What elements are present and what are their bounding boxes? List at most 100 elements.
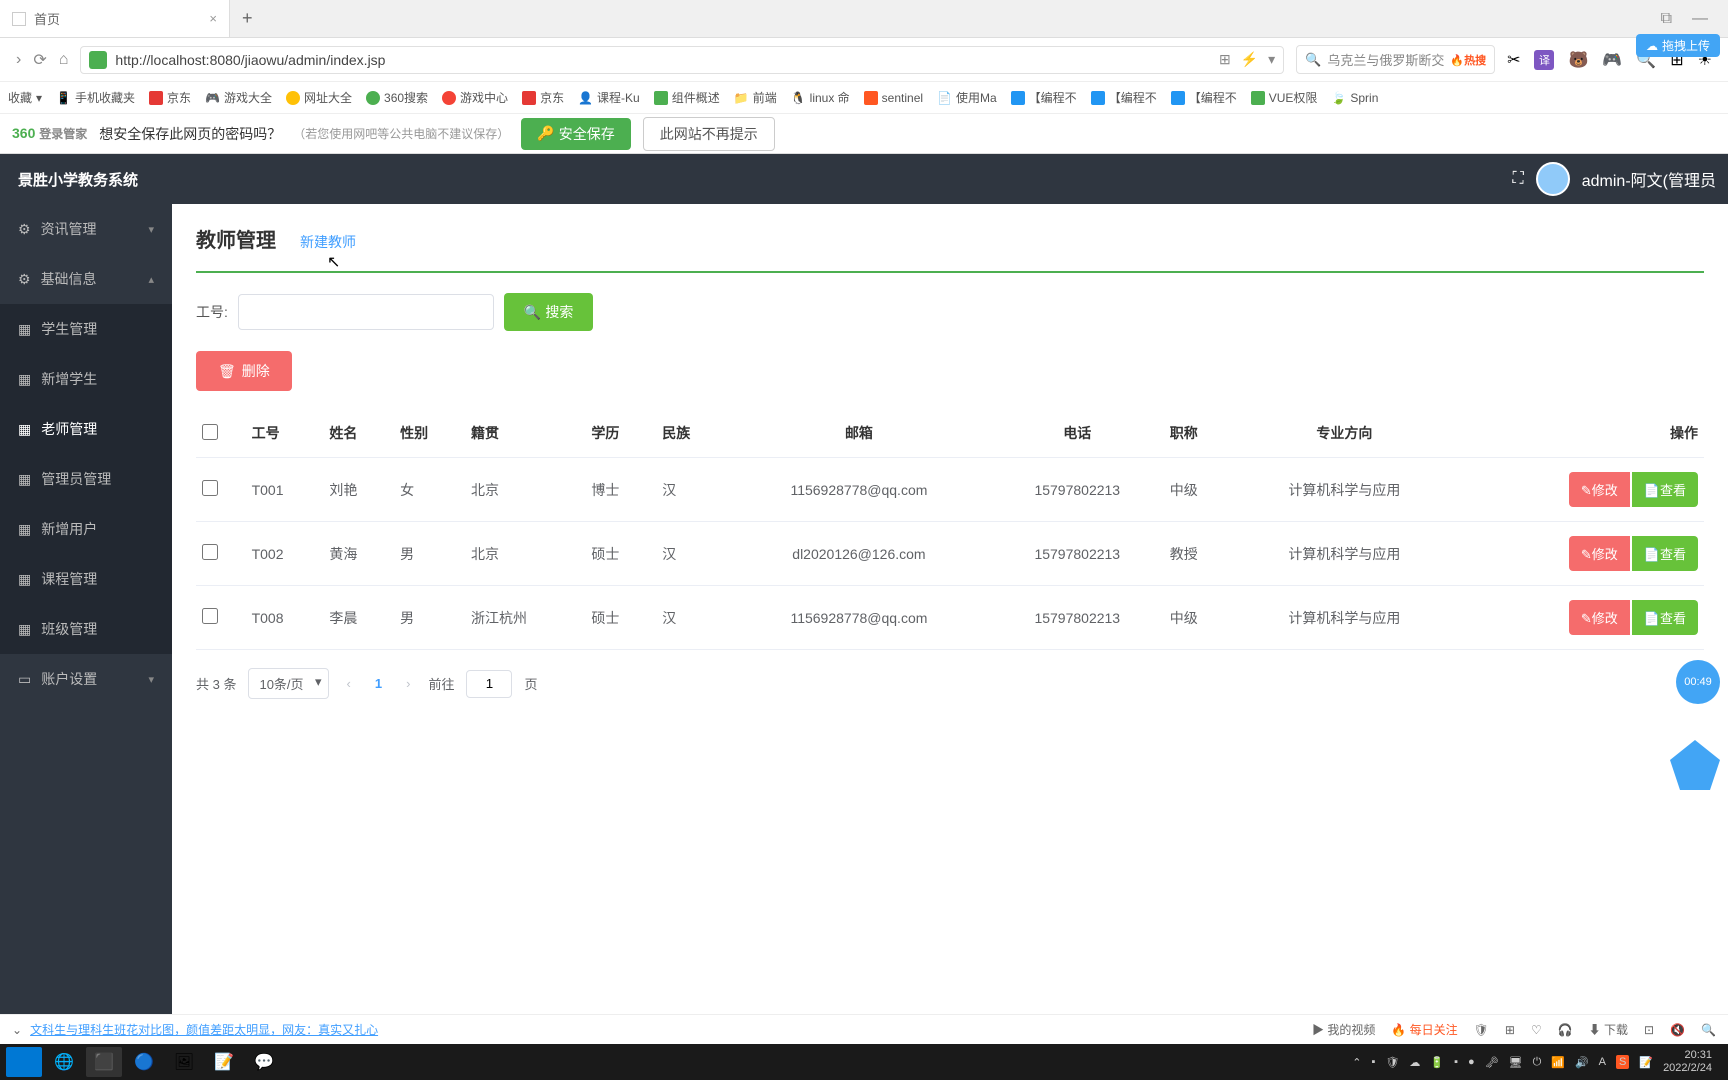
tray-volume-icon[interactable]: 🔊 (1575, 1056, 1589, 1069)
chevron-down-icon[interactable]: ▾ (1268, 51, 1275, 68)
sidebar-item-add-student[interactable]: ▦新增学生 (0, 354, 172, 404)
save-password-button[interactable]: 🔑 安全保存 (521, 118, 630, 150)
task-wechat[interactable]: 💬 (246, 1047, 282, 1077)
tray-ime-icon[interactable]: S (1616, 1055, 1629, 1069)
sidebar-item-account[interactable]: ▭ 账户设置 ▾ (0, 654, 172, 704)
tray-key-icon[interactable]: 🗝 (1485, 1056, 1499, 1069)
tray-nvidia-icon[interactable]: ▪ (1371, 1056, 1375, 1068)
task-edge[interactable]: 🌐 (46, 1047, 82, 1077)
close-icon[interactable]: × (209, 11, 217, 26)
lightning-icon[interactable]: ⚡ (1241, 51, 1258, 68)
edit-button[interactable]: ✎修改 (1569, 472, 1630, 507)
start-button[interactable] (6, 1047, 42, 1077)
bookmark-item[interactable]: sentinel (864, 91, 923, 105)
minimize-icon[interactable]: — (1692, 10, 1708, 28)
music-icon[interactable]: 🎧 (1558, 1023, 1573, 1037)
task-ide[interactable]: ⬛ (86, 1047, 122, 1077)
download-link[interactable]: ⬇ 下载 (1589, 1021, 1628, 1038)
bookmark-item[interactable]: 京东 (522, 89, 564, 106)
sidebar-item-class[interactable]: ▦班级管理 (0, 604, 172, 654)
tray-shield-icon[interactable]: 🛡 (1385, 1056, 1399, 1069)
dismiss-password-button[interactable]: 此网站不再提示 (643, 117, 775, 151)
row-checkbox[interactable] (202, 608, 218, 624)
bookmark-item[interactable]: 收藏 ▾ (8, 89, 42, 106)
sidebar-item-admin[interactable]: ▦管理员管理 (0, 454, 172, 504)
sidebar-item-info[interactable]: ⚙ 资讯管理 ▾ (0, 204, 172, 254)
pip-icon[interactable]: ⊡ (1644, 1023, 1654, 1037)
bookmark-item[interactable]: 👤课程-Ku (578, 89, 640, 106)
bookmark-item[interactable]: 【编程不 (1091, 89, 1157, 106)
bear-icon[interactable]: 🐻 (1568, 50, 1588, 70)
recording-timer[interactable]: 00:49 (1676, 660, 1720, 704)
tray-power-icon[interactable]: ⏻ (1533, 1056, 1542, 1069)
page-size-select[interactable]: 10条/页 ▾ (248, 668, 328, 699)
clock[interactable]: 20:31 2022/2/24 (1663, 1049, 1712, 1075)
my-video-link[interactable]: ▶ 我的视频 (1312, 1021, 1375, 1038)
collapse-icon[interactable]: ⌄ (12, 1023, 22, 1037)
add-teacher-link[interactable]: 新建教师 (300, 232, 356, 252)
url-input[interactable]: http://localhost:8080/jiaowu/admin/index… (80, 46, 1284, 74)
sidebar-item-add-user[interactable]: ▦新增用户 (0, 504, 172, 554)
tray-note-icon[interactable]: 📝 (1639, 1056, 1653, 1069)
bookmark-item[interactable]: 🐧linux 命 (791, 89, 850, 106)
view-button[interactable]: 📄查看 (1632, 472, 1698, 507)
avatar[interactable] (1536, 162, 1570, 196)
sidebar-item-teacher[interactable]: ▦老师管理 (0, 404, 172, 454)
task-app[interactable]: 🔵 (126, 1047, 162, 1077)
task-editor[interactable]: 📝 (206, 1047, 242, 1077)
sidebar-item-course[interactable]: ▦课程管理 (0, 554, 172, 604)
tray-battery-icon[interactable]: 🔋 (1430, 1056, 1444, 1069)
reload-icon[interactable]: ⟳ (33, 50, 46, 70)
bookmark-item[interactable]: 360搜索 (366, 89, 428, 106)
qr-icon[interactable]: ⊞ (1219, 51, 1231, 68)
bookmark-item[interactable]: 京东 (149, 89, 191, 106)
bookmark-item[interactable]: VUE权限 (1251, 89, 1318, 106)
prev-page-button[interactable]: ‹ (341, 676, 357, 691)
edit-button[interactable]: ✎修改 (1569, 536, 1630, 571)
tray-wifi-icon[interactable]: 📶 (1551, 1056, 1565, 1069)
delete-button[interactable]: 🗑 删除 (196, 351, 292, 391)
scissors-icon[interactable]: ✂ (1507, 50, 1520, 70)
gamepad-icon[interactable]: 🎮 (1602, 50, 1622, 70)
tray-cloud-icon[interactable]: ☁ (1409, 1056, 1420, 1069)
select-all-checkbox[interactable] (202, 424, 218, 440)
forward-icon[interactable]: › (16, 51, 21, 69)
tray-monitor-icon[interactable]: 🖥 (1509, 1056, 1523, 1069)
goto-page-input[interactable] (466, 670, 512, 698)
daily-link[interactable]: 🔥 每日关注 (1391, 1021, 1457, 1038)
sidebar-item-base[interactable]: ⚙ 基础信息 ▴ (0, 254, 172, 304)
upload-button[interactable]: ☁ 拖拽上传 (1636, 34, 1720, 57)
bookmark-item[interactable]: 📄使用Ma (937, 89, 997, 106)
new-tab-button[interactable]: + (230, 8, 265, 29)
browser-search[interactable]: 🔍 乌克兰与俄罗斯断交 🔥热搜 (1296, 45, 1495, 74)
task-photos[interactable]: 🖼 (166, 1047, 202, 1077)
bookmark-item[interactable]: 📱手机收藏夹 (56, 89, 135, 106)
row-checkbox[interactable] (202, 480, 218, 496)
snip-icon[interactable]: ⊞ (1505, 1023, 1515, 1037)
tray-ime-a[interactable]: A (1599, 1056, 1606, 1068)
bookmark-item[interactable]: 🎮游戏大全 (205, 89, 272, 106)
browser-tab[interactable]: 首页 × (0, 0, 230, 37)
row-checkbox[interactable] (202, 544, 218, 560)
edit-button[interactable]: ✎修改 (1569, 600, 1630, 635)
fullscreen-icon[interactable]: ⛶ (1513, 170, 1524, 188)
translate-icon[interactable]: 译 (1534, 50, 1554, 70)
bookmark-item[interactable]: 🍃Sprin (1331, 91, 1378, 105)
sidebar-toggle-icon[interactable]: ⧉ (1661, 10, 1672, 28)
current-page[interactable]: 1 (369, 676, 388, 691)
view-button[interactable]: 📄查看 (1632, 536, 1698, 571)
tray-js-icon[interactable]: ▪ (1454, 1056, 1458, 1068)
bookmark-item[interactable]: 📁前端 (734, 89, 777, 106)
home-icon[interactable]: ⌂ (59, 51, 69, 69)
shield-icon[interactable]: 🛡 (1474, 1023, 1489, 1037)
sidebar-item-student[interactable]: ▦学生管理 (0, 304, 172, 354)
news-headline[interactable]: 文科生与理科生班花对比图，颜值差距太明显，网友：真实又扎心 (30, 1021, 378, 1038)
view-button[interactable]: 📄查看 (1632, 600, 1698, 635)
bookmark-item[interactable]: 【编程不 (1171, 89, 1237, 106)
bookmark-item[interactable]: 网址大全 (286, 89, 352, 106)
zoom-icon[interactable]: 🔍 (1701, 1023, 1716, 1037)
search-button[interactable]: 🔍 搜索 (504, 293, 593, 331)
tray-360-icon[interactable]: ● (1468, 1056, 1475, 1068)
search-input[interactable] (238, 294, 494, 330)
tray-up-icon[interactable]: ⌃ (1352, 1056, 1361, 1069)
